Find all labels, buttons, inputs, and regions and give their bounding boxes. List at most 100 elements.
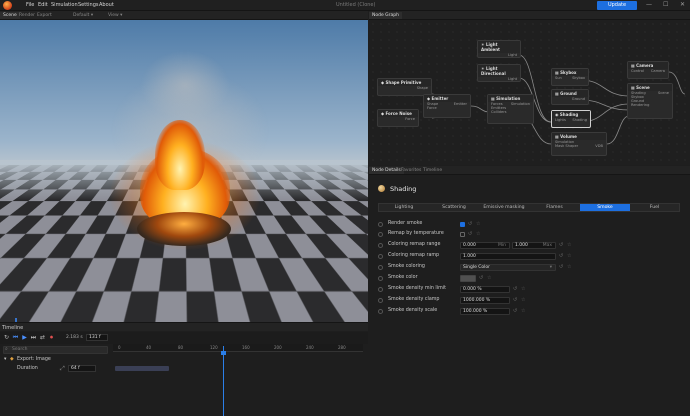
port-label: Skybox: [572, 76, 585, 80]
reset-icon[interactable]: ↺: [513, 286, 517, 292]
subtab-emissive-masking[interactable]: Emissive masking: [479, 204, 529, 211]
render-smoke-checkbox[interactable]: [460, 222, 465, 227]
skip-end-icon[interactable]: ⏭: [30, 334, 37, 341]
subtab-lighting[interactable]: Lighting: [379, 204, 429, 211]
repeat-icon[interactable]: ⇄: [39, 334, 46, 341]
node-volume[interactable]: ▦ Volume Simulation Mask Shaper VDB: [551, 132, 607, 156]
maximize-icon[interactable]: ☐: [663, 1, 668, 8]
node-port[interactable]: Lights Shading: [552, 118, 590, 122]
duration-value: 64: [71, 366, 77, 371]
favorite-star-icon[interactable]: ☆: [567, 242, 571, 248]
reset-icon[interactable]: ↺: [559, 242, 563, 248]
density-clamp-field[interactable]: 1000.000 %: [460, 297, 510, 304]
favorite-star-icon[interactable]: ☆: [487, 275, 491, 281]
density-min-field[interactable]: 0.000 %: [460, 286, 510, 293]
frame-field[interactable]: 131 f: [86, 334, 108, 341]
menu-edit[interactable]: Edit: [38, 2, 48, 8]
reset-icon[interactable]: ↺: [559, 264, 563, 270]
subtab-flames[interactable]: Flames: [529, 204, 580, 211]
node-port[interactable]: Shape: [378, 86, 431, 90]
remap-temperature-checkbox[interactable]: [460, 232, 465, 237]
playhead[interactable]: [223, 346, 224, 416]
subtab-fuel[interactable]: Fuel: [630, 204, 679, 211]
node-scene[interactable]: ▦ Scene Shading Scene Skybox Ground Rend…: [627, 83, 673, 119]
duration-field[interactable]: 64 f: [68, 365, 96, 372]
node-title-text: Skybox: [560, 70, 577, 75]
node-skybox[interactable]: ▦ Skybox Sun Skybox: [551, 68, 589, 86]
subtab-smoke[interactable]: Smoke: [580, 204, 630, 211]
reset-icon[interactable]: ↺: [559, 253, 563, 259]
play-icon[interactable]: ▶: [21, 334, 28, 341]
minimize-icon[interactable]: —: [646, 1, 652, 8]
tab-node-graph[interactable]: Node Graph: [369, 12, 402, 19]
node-port[interactable]: Sun Skybox: [552, 76, 588, 80]
menu-settings[interactable]: Settings: [78, 2, 99, 8]
display-mode-dropdown[interactable]: Default ▾: [70, 12, 96, 19]
reset-icon[interactable]: ↺: [513, 308, 517, 314]
node-port[interactable]: Rendering: [628, 103, 672, 107]
node-title-text: Shading: [559, 112, 579, 117]
update-available-button[interactable]: Update Available: [597, 1, 637, 17]
node-simulation[interactable]: ▦ Simulation Forces Simulation Emitters …: [487, 94, 534, 124]
smoke-color-swatch[interactable]: [460, 275, 476, 282]
node-port[interactable]: Force: [378, 117, 418, 121]
node-force-noise[interactable]: ◆ Force Noise Force: [377, 109, 419, 127]
smoke-coloring-select[interactable]: Single Color ▾: [460, 264, 556, 271]
tab-export[interactable]: Export: [34, 12, 55, 19]
node-port[interactable]: Mask Shaper VDB: [552, 144, 606, 148]
prop-label: Smoke color: [388, 275, 418, 280]
node-ground[interactable]: ▦ Ground Ground: [551, 89, 589, 105]
menu-simulation[interactable]: Simulation: [51, 2, 78, 8]
reset-icon[interactable]: ↺: [513, 297, 517, 303]
time-seconds[interactable]: 2.183 s: [66, 335, 83, 340]
skip-start-icon[interactable]: ⏮: [12, 334, 19, 341]
node-graph-canvas[interactable]: ☀ Light Ambient Light ☀ Light Directiona…: [369, 20, 690, 165]
tab-timeline[interactable]: Timeline: [420, 167, 445, 174]
playhead-handle[interactable]: [221, 351, 226, 355]
timeline-search-input[interactable]: Search: [3, 346, 108, 354]
node-camera[interactable]: ▦ Camera Control Camera: [627, 61, 669, 79]
collapse-icon[interactable]: ▾: [4, 357, 6, 362]
favorite-star-icon[interactable]: ☆: [567, 264, 571, 270]
node-title-text: Shape Primitive: [385, 80, 422, 85]
view-dropdown[interactable]: View ▾: [105, 12, 125, 19]
timeline-row-export[interactable]: Export: Image: [17, 357, 51, 362]
favorite-star-icon[interactable]: ☆: [521, 308, 525, 314]
node-emitter[interactable]: ◆ Emitter Shape Emitter Force: [423, 94, 471, 118]
reset-icon[interactable]: ↺: [468, 231, 472, 237]
menu-about[interactable]: About: [99, 2, 114, 8]
close-icon[interactable]: ✕: [680, 1, 685, 8]
loop-icon[interactable]: ↻: [3, 334, 10, 341]
3d-viewport[interactable]: [0, 20, 368, 322]
node-port[interactable]: Light: [478, 53, 520, 57]
remap-range-min-field[interactable]: 0.000 Min: [460, 242, 510, 249]
favorite-star-icon[interactable]: ☆: [521, 286, 525, 292]
favorite-star-icon[interactable]: ☆: [476, 231, 480, 237]
record-icon[interactable]: ⏺: [48, 334, 55, 341]
node-port[interactable]: Force: [424, 106, 470, 110]
subtab-scattering[interactable]: Scattering: [429, 204, 479, 211]
duration-clip[interactable]: [115, 366, 169, 371]
favorite-star-icon[interactable]: ☆: [521, 297, 525, 303]
menu-file[interactable]: File: [26, 2, 34, 8]
prop-indicator: [378, 276, 383, 281]
prop-render-smoke: Render smoke ↺ ☆: [378, 220, 678, 229]
remap-range-max-field[interactable]: 1.000 Max: [512, 242, 556, 249]
app-logo-icon: [3, 1, 12, 10]
remap-ramp-field[interactable]: 1.000: [460, 253, 556, 260]
key-icon[interactable]: ⤢: [60, 365, 65, 373]
node-shading[interactable]: ◉ Shading Lights Shading: [551, 110, 591, 128]
node-port[interactable]: Control Camera: [628, 69, 668, 73]
node-light-ambient[interactable]: ☀ Light Ambient Light: [477, 40, 521, 58]
field-suffix: Min: [498, 243, 506, 248]
density-scale-field[interactable]: 100.000 %: [460, 308, 510, 315]
node-port[interactable]: Colliders: [488, 110, 533, 114]
node-port[interactable]: Light: [478, 77, 520, 81]
node-light-directional[interactable]: ☀ Light Directional Light: [477, 64, 521, 82]
favorite-star-icon[interactable]: ☆: [476, 221, 480, 227]
reset-icon[interactable]: ↺: [479, 275, 483, 281]
reset-icon[interactable]: ↺: [468, 221, 472, 227]
node-port[interactable]: Ground: [552, 97, 588, 101]
node-title-text: Emitter: [431, 96, 449, 101]
favorite-star-icon[interactable]: ☆: [567, 253, 571, 259]
